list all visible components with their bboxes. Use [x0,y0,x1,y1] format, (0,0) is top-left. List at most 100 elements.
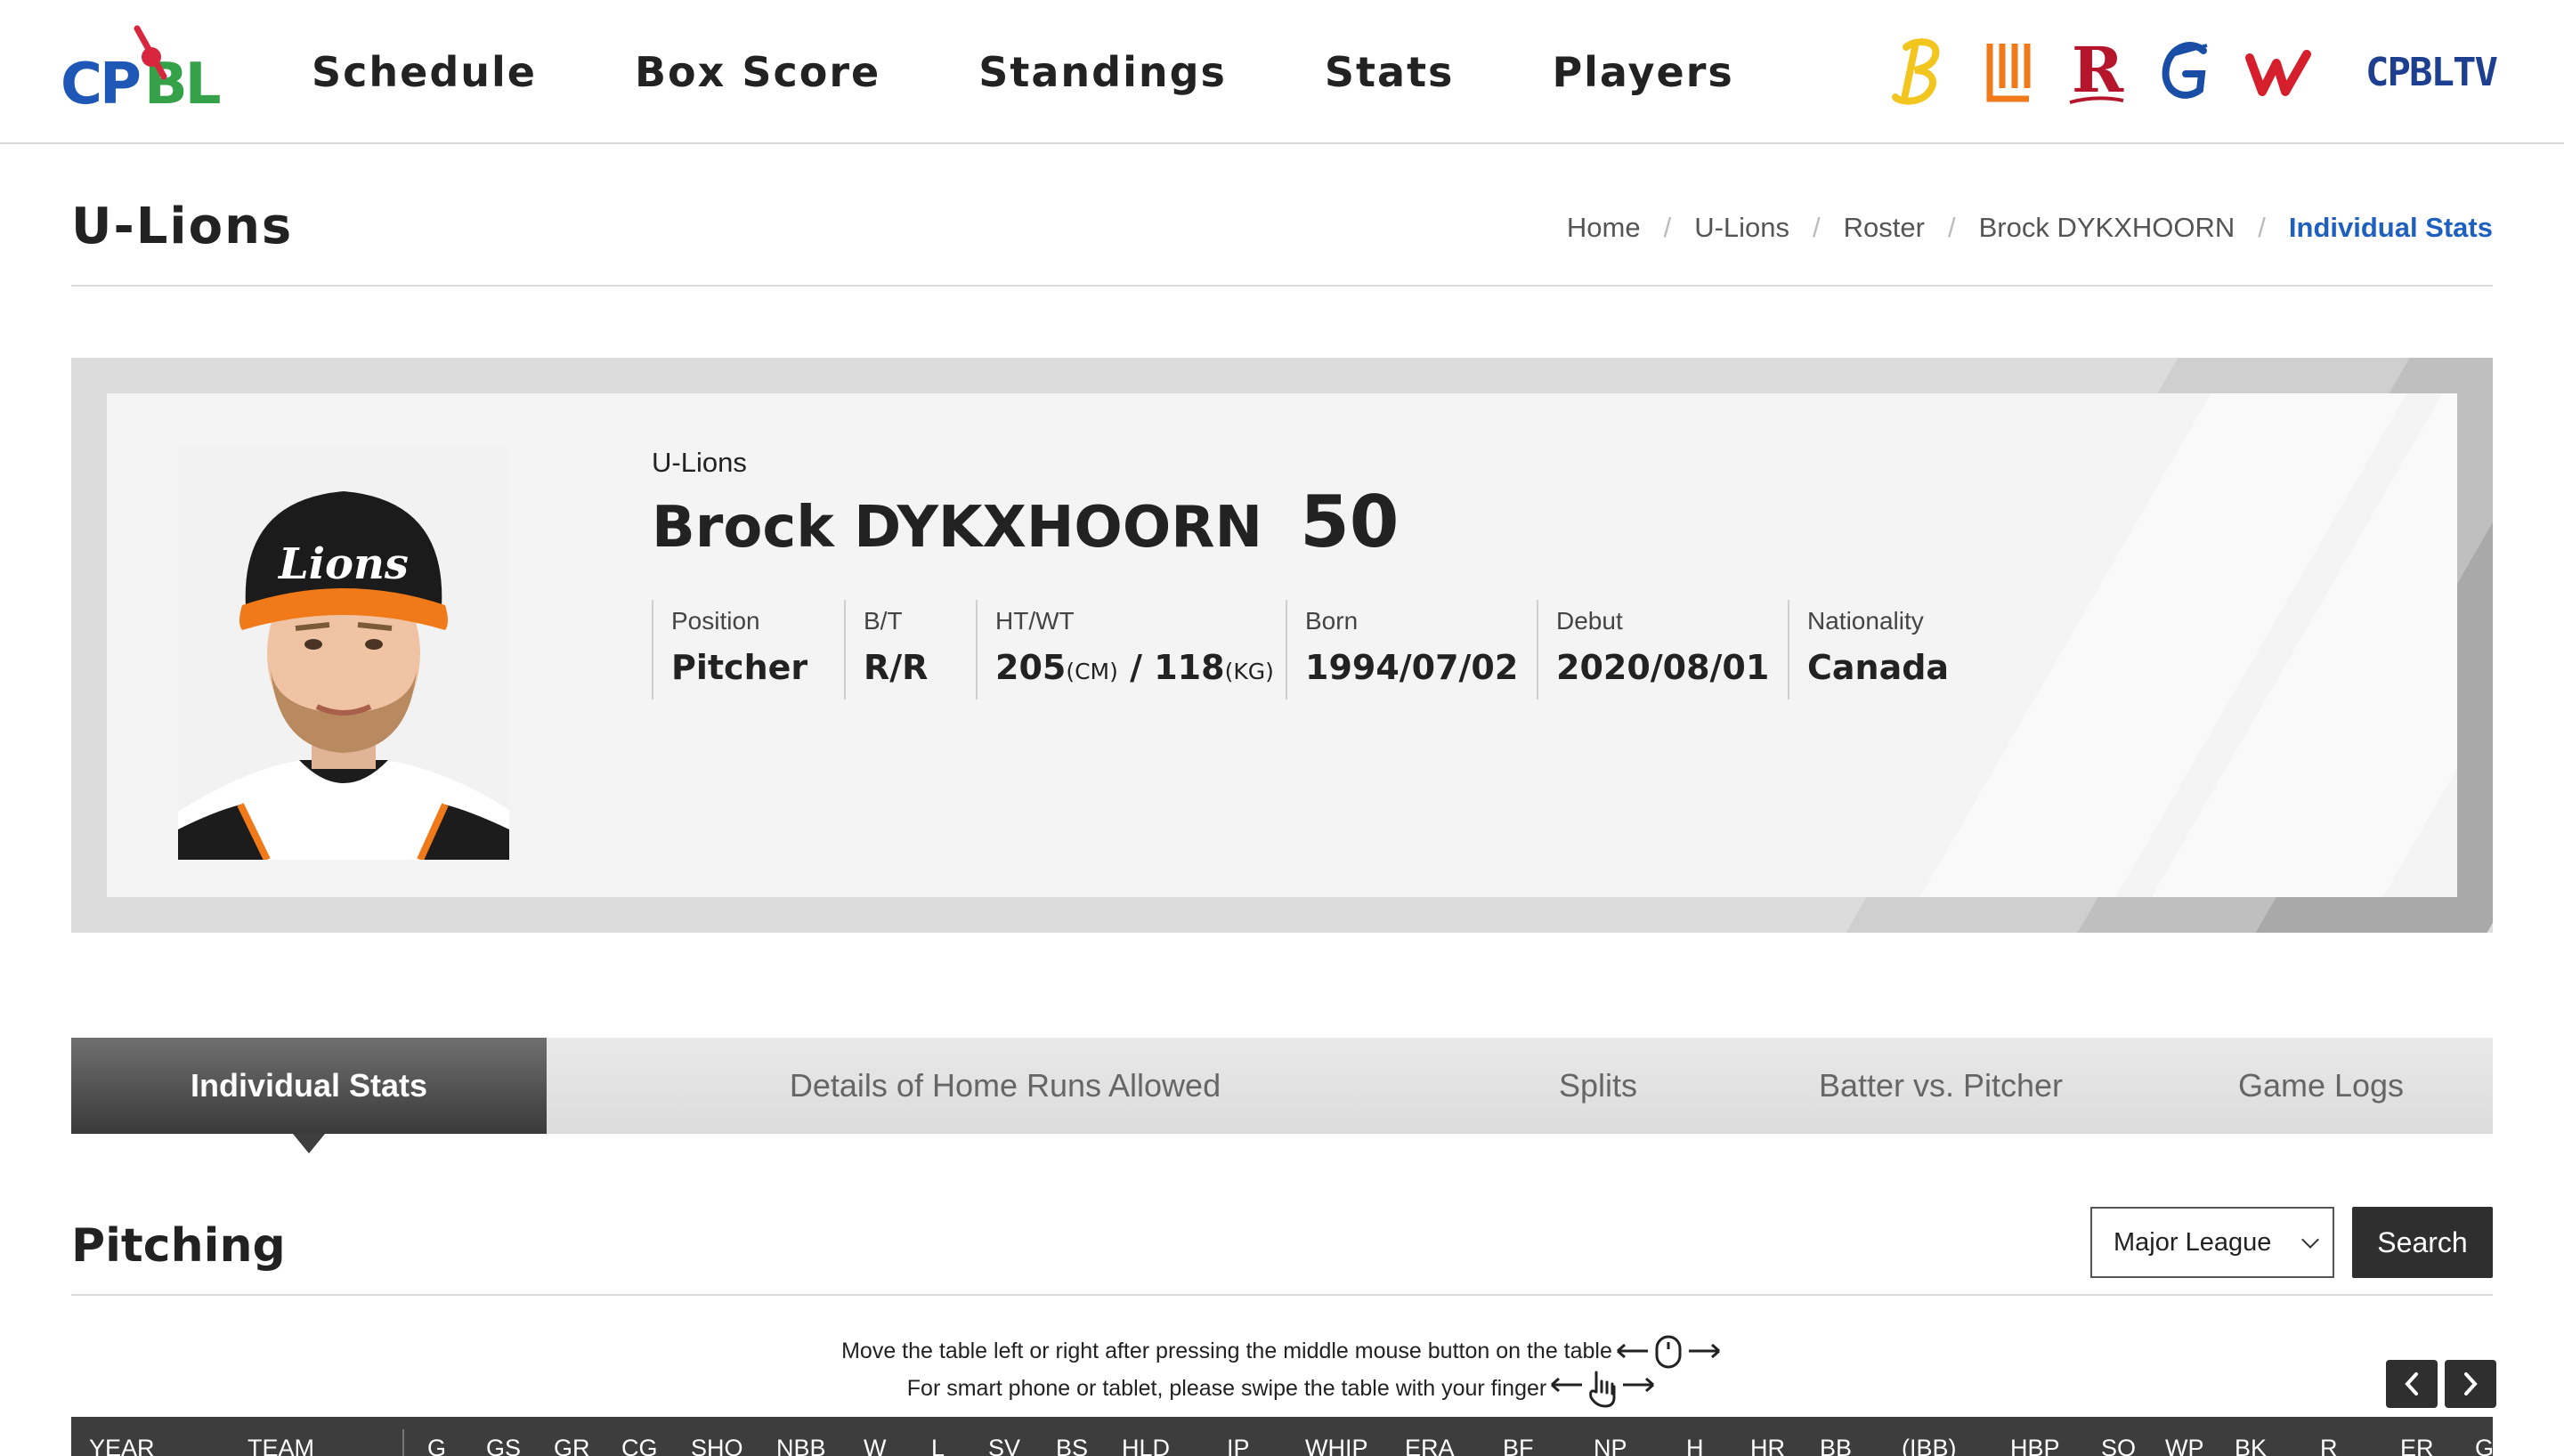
col-g-extra[interactable]: G [2475,1435,2493,1456]
info-value: 205(CM) / 118(KG) [995,648,1286,687]
player-photo: Lions [178,447,509,860]
wedragons-logo[interactable] [2244,36,2312,108]
breadcrumb-separator: / [1947,212,1956,243]
breadcrumb-roster[interactable]: Roster [1844,212,1925,244]
page-title: U-Lions [71,198,294,255]
breadcrumb-separator: / [1663,212,1672,243]
info-position: Position Pitcher [652,600,844,700]
height-unit: (CM) [1066,659,1118,684]
col-ip[interactable]: IP [1227,1435,1250,1456]
col-cg[interactable]: CG [621,1435,658,1456]
info-label: Debut [1556,607,1623,635]
stats-tabs: Individual Stats Details of Home Runs Al… [71,1038,2493,1153]
info-label: Born [1305,607,1359,635]
info-label: B/T [864,607,903,635]
col-team[interactable]: TEAM [247,1435,314,1456]
player-info: Position Pitcher B/T R/R HT/WT 205(CM) /… [652,600,2019,700]
scroll-right-button[interactable] [2445,1360,2496,1408]
col-bb[interactable]: BB [1820,1435,1852,1456]
col-sho[interactable]: SHO [691,1435,743,1456]
chevron-left-icon [2405,1372,2418,1395]
info-born: Born 1994/07/02 [1286,600,1537,700]
col-gs[interactable]: GS [486,1435,521,1456]
player-name: Brock DYKXHOORN [652,495,1263,561]
nav-standings[interactable]: Standings [978,48,1227,96]
search-button[interactable]: Search [2352,1207,2493,1278]
breadcrumb-player[interactable]: Brock DYKXHOORN [1979,212,2235,244]
nav-schedule[interactable]: Schedule [312,48,537,96]
breadcrumb: Home / U-Lions / Roster / Brock DYKXHOOR… [1567,212,2493,244]
scroll-left-button[interactable] [2386,1360,2438,1408]
info-nationality: Nationality Canada [1788,600,2019,700]
col-hld[interactable]: HLD [1122,1435,1170,1456]
col-er[interactable]: ER [2400,1435,2434,1456]
league-select[interactable]: Major League [2090,1207,2334,1278]
unilions-logo[interactable] [1981,36,2036,108]
breadcrumb-team[interactable]: U-Lions [1694,212,1789,244]
col-ibb[interactable]: (IBB) [1902,1435,1957,1456]
section-title: Pitching [71,1219,286,1273]
pitching-table-header: YEAR TEAM G GS GR CG SHO NBB W L SV BS H… [71,1417,2493,1456]
col-wp[interactable]: WP [2165,1435,2204,1456]
col-era[interactable]: ERA [1405,1435,1455,1456]
info-value: Canada [1807,648,1950,687]
tab-splits[interactable]: Splits [1464,1038,1732,1134]
col-l[interactable]: L [931,1435,945,1456]
col-nbb[interactable]: NBB [776,1435,826,1456]
brothers-logo[interactable] [1890,36,1949,108]
player-card: Lions U-Lions Brock DYKXHOORN 50 Positio… [71,358,2493,933]
info-value: 2020/08/01 [1556,648,1770,687]
info-value: Pitcher [671,648,808,687]
tab-home-runs-allowed[interactable]: Details of Home Runs Allowed [547,1038,1464,1134]
info-bt: B/T R/R [844,600,976,700]
col-gr[interactable]: GR [554,1435,590,1456]
team-links: R CPBLTV [1858,32,2498,112]
col-sv[interactable]: SV [988,1435,1020,1456]
cpbl-logo[interactable]: CP BL [59,23,231,117]
info-htwt: HT/WT 205(CM) / 118(KG) [976,600,1286,700]
chevron-down-icon [2301,1231,2319,1249]
col-g[interactable]: G [427,1435,446,1456]
breadcrumb-separator: / [1813,212,1821,243]
weight-unit: (KG) [1224,659,1274,684]
col-w[interactable]: W [864,1435,886,1456]
tab-batter-vs-pitcher[interactable]: Batter vs. Pitcher [1732,1038,2149,1134]
divider [71,285,2493,287]
tab-game-logs[interactable]: Game Logs [2149,1038,2493,1134]
height-value: 205 [995,648,1067,687]
cap-logo-text: Lions [277,539,409,589]
info-label: HT/WT [995,607,1075,635]
breadcrumb-separator: / [2258,212,2266,243]
col-year[interactable]: YEAR [89,1435,155,1456]
rakuten-logo[interactable]: R [2068,36,2125,108]
col-hbp[interactable]: HBP [2010,1435,2060,1456]
svg-text:R: R [2072,36,2124,107]
nav-players[interactable]: Players [1552,48,1733,96]
site-header: CP BL Schedule Box Score Standings Stats… [0,0,2564,144]
col-bf[interactable]: BF [1503,1435,1534,1456]
info-label: Nationality [1807,607,1924,635]
divider [71,1294,2493,1296]
nav-stats[interactable]: Stats [1325,48,1455,96]
col-r[interactable]: R [2320,1435,2338,1456]
breadcrumb-home[interactable]: Home [1567,212,1641,244]
col-whip[interactable]: WHIP [1305,1435,1368,1456]
col-bs[interactable]: BS [1056,1435,1088,1456]
col-so[interactable]: SO [2101,1435,2136,1456]
main-nav: Schedule Box Score Standings Stats Playe… [312,0,1832,144]
col-np[interactable]: NP [1594,1435,1627,1456]
hint-text: For smart phone or tablet, please swipe … [906,1375,1547,1401]
cpbl-tv-link[interactable]: CPBLTV [2365,50,2498,95]
col-h[interactable]: H [1686,1435,1704,1456]
guardians-logo[interactable] [2157,36,2212,108]
nav-box-score[interactable]: Box Score [635,48,880,96]
weight-value: 118 [1154,648,1225,687]
player-team: U-Lions [652,447,747,478]
league-select-value: Major League [2114,1227,2272,1257]
htwt-slash: / [1130,648,1142,687]
breadcrumb-current[interactable]: Individual Stats [2289,212,2493,244]
tab-individual-stats[interactable]: Individual Stats [71,1038,547,1153]
swipe-hand-icon [1551,1371,1655,1408]
col-bk[interactable]: BK [2235,1435,2267,1456]
col-hr[interactable]: HR [1750,1435,1785,1456]
